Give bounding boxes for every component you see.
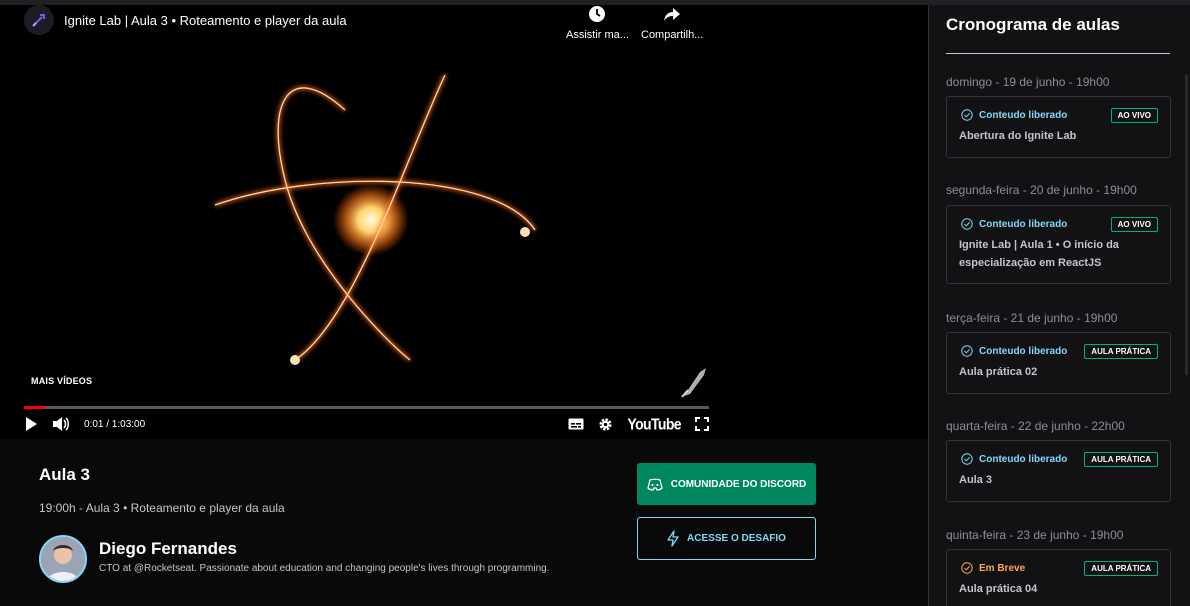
channel-avatar[interactable] bbox=[24, 5, 54, 35]
lesson-date: terça-feira - 21 de junho - 19h00 bbox=[946, 311, 1118, 325]
clock-icon bbox=[589, 6, 606, 22]
lesson-card[interactable]: Conteudo liberado AULA PRÁTICA Aula 3 bbox=[946, 440, 1171, 502]
lesson-badge: AULA PRÁTICA bbox=[1084, 344, 1158, 359]
time-display: 0:01 / 1:03:00 bbox=[84, 418, 146, 430]
lesson-date: quarta-feira - 22 de junho - 22h00 bbox=[946, 419, 1125, 433]
lesson-description: 19:00h - Aula 3 • Roteamento e player da… bbox=[39, 501, 285, 515]
share-icon bbox=[664, 8, 681, 21]
subtitles-icon[interactable] bbox=[568, 418, 584, 430]
lesson-card[interactable]: Conteudo liberado AO VIVO Ignite Lab | A… bbox=[946, 205, 1171, 284]
lesson-card-title: Aula prática 04 bbox=[959, 583, 1038, 595]
lesson-badge: AULA PRÁTICA bbox=[1084, 561, 1158, 576]
lesson-badge: AO VIVO bbox=[1110, 217, 1158, 232]
teacher-avatar bbox=[39, 535, 87, 583]
lesson-status-label: Conteudo liberado bbox=[979, 345, 1068, 357]
challenge-button[interactable]: ACESSE O DESAFIO bbox=[637, 517, 816, 560]
lesson-status: Em Breve bbox=[961, 562, 1025, 574]
sidebar-scrollbar[interactable] bbox=[1185, 75, 1188, 375]
challenge-button-label: ACESSE O DESAFIO bbox=[687, 533, 786, 544]
more-videos-label[interactable]: MAIS VÍDEOS bbox=[31, 376, 92, 386]
check-circle-icon bbox=[961, 345, 973, 357]
volume-icon[interactable] bbox=[52, 416, 70, 432]
sidebar-title: Cronograma de aulas bbox=[946, 15, 1120, 34]
check-circle-icon bbox=[961, 562, 973, 574]
lesson-card-title: Aula prática 02 bbox=[959, 366, 1038, 378]
fullscreen-icon[interactable] bbox=[695, 417, 709, 431]
lesson-card-title: Aula 3 bbox=[959, 474, 993, 486]
check-circle-icon bbox=[961, 109, 973, 121]
discord-button-label: COMUNIDADE DO DISCORD bbox=[670, 478, 807, 490]
video-title[interactable]: Ignite Lab | Aula 3 • Roteamento e playe… bbox=[64, 13, 347, 28]
lesson-date: domingo - 19 de junho - 19h00 bbox=[946, 75, 1110, 89]
atom-graphic bbox=[214, 74, 537, 365]
discord-icon bbox=[646, 478, 663, 491]
discord-community-button[interactable]: COMUNIDADE DO DISCORD bbox=[637, 463, 816, 505]
lightning-icon bbox=[667, 530, 679, 547]
play-icon[interactable] bbox=[24, 416, 38, 432]
lesson-date: quinta-feira - 23 de junho - 19h00 bbox=[946, 528, 1124, 542]
lesson-card-title: Ignite Lab | Aula 1 • O início da especi… bbox=[959, 239, 1119, 269]
lesson-status: Conteudo liberado bbox=[961, 218, 1067, 230]
video-progress-fill bbox=[24, 406, 45, 409]
video-player[interactable]: Ignite Lab | Aula 3 • Roteamento e playe… bbox=[0, 5, 928, 439]
share-label: Compartilh... bbox=[641, 29, 704, 41]
lesson-card-title: Abertura do Ignite Lab bbox=[959, 130, 1077, 142]
lesson-badge: AO VIVO bbox=[1110, 108, 1158, 123]
lesson-status: Conteudo liberado bbox=[961, 453, 1067, 465]
lesson-status-label: Conteudo liberado bbox=[979, 453, 1068, 465]
video-progress-bar[interactable] bbox=[24, 406, 709, 409]
check-circle-icon bbox=[961, 218, 973, 230]
lesson-title: Aula 3 bbox=[39, 465, 91, 484]
rocket-watermark-icon[interactable] bbox=[680, 366, 708, 398]
gear-icon[interactable] bbox=[598, 417, 613, 432]
watch-later-button[interactable]: Assistir ma... bbox=[566, 5, 629, 41]
lesson-date: segunda-feira - 20 de junho - 19h00 bbox=[946, 183, 1137, 197]
lesson-card[interactable]: Em Breve AULA PRÁTICA Aula prática 04 bbox=[946, 549, 1171, 606]
share-button[interactable]: Compartilh... bbox=[641, 5, 703, 41]
teacher-bio: CTO at @Rocketseat. Passionate about edu… bbox=[99, 563, 550, 574]
lesson-status-label: Conteudo liberado bbox=[979, 218, 1068, 230]
player-controls: 0:01 / 1:03:00 YouTube bbox=[24, 413, 709, 435]
check-circle-icon bbox=[961, 453, 973, 465]
lesson-status-label: Em Breve bbox=[979, 562, 1026, 574]
watch-later-label: Assistir ma... bbox=[566, 29, 629, 41]
schedule-sidebar: Cronograma de aulas domingo - 19 de junh… bbox=[928, 5, 1190, 606]
lesson-info: Aula 3 19:00h - Aula 3 • Roteamento e pl… bbox=[0, 439, 928, 606]
lesson-status-label: Conteudo liberado bbox=[979, 109, 1068, 121]
lesson-card[interactable]: Conteudo liberado AULA PRÁTICA Aula prát… bbox=[946, 332, 1171, 394]
rocket-icon bbox=[32, 14, 45, 27]
lesson-status: Conteudo liberado bbox=[961, 345, 1067, 357]
teacher-name: Diego Fernandes bbox=[99, 539, 237, 558]
video-title-row: Ignite Lab | Aula 3 • Roteamento e playe… bbox=[24, 5, 347, 35]
lesson-status: Conteudo liberado bbox=[961, 109, 1067, 121]
lesson-badge: AULA PRÁTICA bbox=[1084, 452, 1158, 467]
sidebar-divider bbox=[946, 53, 1170, 54]
youtube-logo[interactable]: YouTube bbox=[627, 415, 681, 433]
lesson-card[interactable]: Conteudo liberado AO VIVO Abertura do Ig… bbox=[946, 96, 1171, 158]
